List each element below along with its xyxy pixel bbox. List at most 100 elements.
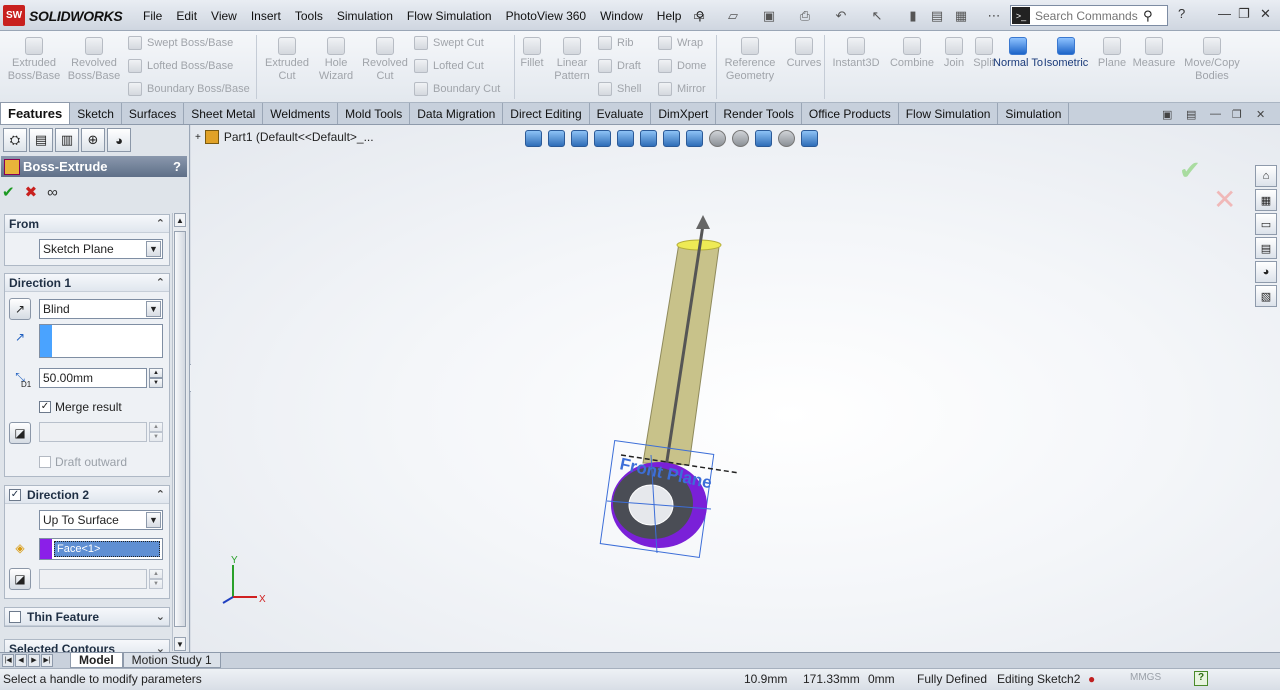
rib-button[interactable]: Rib — [598, 33, 634, 53]
search-icon[interactable]: ⚲ — [1143, 8, 1153, 24]
draft-outward-checkbox[interactable]: Draft outward — [39, 455, 127, 469]
draft-spinner[interactable]: ▲ ▼ — [149, 422, 163, 442]
spin-up-icon[interactable]: ▲ — [149, 569, 163, 579]
from-header[interactable]: From ⌃ — [5, 215, 169, 233]
save-icon[interactable]: ▣ — [758, 6, 780, 26]
search-input[interactable] — [1035, 8, 1143, 23]
menu-tools[interactable]: Tools — [288, 9, 330, 23]
options-icon[interactable]: ▦ — [950, 6, 972, 26]
restore-icon[interactable]: ❐ — [1238, 6, 1250, 22]
direction1-header[interactable]: Direction 1 ⌃ — [5, 274, 169, 292]
dimxpert-manager-tab-icon[interactable]: ⊕ — [81, 128, 105, 152]
menu-window[interactable]: Window — [593, 9, 650, 23]
thin-feature-header[interactable]: Thin Feature ⌄ — [5, 608, 169, 626]
scroll-up-icon[interactable]: ▲ — [174, 213, 186, 227]
direction1-reference-list[interactable] — [39, 324, 163, 358]
more-icon[interactable]: ⋯ — [984, 6, 1004, 26]
measure-button[interactable]: Measure — [1126, 37, 1182, 70]
help-icon[interactable]: ? — [173, 159, 181, 174]
menu-flow-simulation[interactable]: Flow Simulation — [400, 9, 499, 23]
menu-help[interactable]: Help — [650, 9, 689, 23]
doc-restore-icon[interactable]: ❐ — [1232, 108, 1242, 121]
tab-surfaces[interactable]: Surfaces — [122, 103, 185, 124]
menu-insert[interactable]: Insert — [244, 9, 288, 23]
mirror-button[interactable]: Mirror — [658, 79, 706, 99]
close-icon[interactable]: ✕ — [1260, 6, 1271, 22]
feature-manager-tab-icon[interactable]: ⛭ — [3, 128, 27, 152]
tab-model[interactable]: Model — [70, 653, 123, 668]
draft-on-off-icon[interactable]: ◪ — [9, 568, 31, 590]
direction2-draft-input[interactable] — [39, 569, 147, 589]
status-units[interactable]: MMGS — [1130, 672, 1161, 683]
scroll-down-icon[interactable]: ▼ — [174, 637, 186, 651]
select-icon[interactable]: ↖ — [866, 6, 888, 26]
expand-icon[interactable]: ⌄ — [156, 642, 165, 652]
search-commands[interactable]: >_ ⚲ — [1010, 5, 1168, 26]
minimize-icon[interactable]: — — [1218, 6, 1231, 21]
dome-button[interactable]: Dome — [658, 56, 706, 76]
cascade-icon[interactable]: ▤ — [1186, 108, 1196, 121]
menu-view[interactable]: View — [204, 9, 244, 23]
tab-simulation[interactable]: Simulation — [998, 103, 1070, 124]
tab-mold-tools[interactable]: Mold Tools — [338, 103, 411, 124]
view-palette-icon[interactable]: ▤ — [1255, 237, 1277, 259]
tab-weldments[interactable]: Weldments — [263, 103, 339, 124]
collapse-icon[interactable]: ⌃ — [156, 276, 165, 289]
tile-icon[interactable]: ▣ — [1162, 108, 1172, 121]
spin-down-icon[interactable]: ▼ — [149, 579, 163, 589]
design-library-icon[interactable]: ▦ — [1255, 189, 1277, 211]
wrap-button[interactable]: Wrap — [658, 33, 703, 53]
boundary-cut-button[interactable]: Boundary Cut — [414, 79, 500, 99]
swept-cut-button[interactable]: Swept Cut — [414, 33, 484, 53]
face-list-item[interactable]: Face<1> — [54, 541, 160, 557]
tab-direct-editing[interactable]: Direct Editing — [503, 103, 590, 124]
configuration-manager-tab-icon[interactable]: ▥ — [55, 128, 79, 152]
hole-wizard-button[interactable]: Hole Wizard — [308, 37, 364, 83]
open-icon[interactable]: ▱ — [722, 6, 744, 26]
revolved-boss-button[interactable]: Revolved Boss/Base — [66, 37, 122, 83]
last-tab-icon[interactable]: ▶| — [41, 653, 53, 667]
merge-result-checkbox[interactable]: ✓ Merge result — [39, 400, 122, 414]
menu-file[interactable]: File — [136, 9, 169, 23]
collapse-icon[interactable]: ⌃ — [156, 488, 165, 501]
from-select[interactable]: Sketch Plane ▼ — [39, 239, 163, 259]
move-copy-bodies-button[interactable]: Move/Copy Bodies — [1184, 37, 1240, 83]
direction2-face-list[interactable]: Face<1> — [39, 538, 163, 560]
tab-sketch[interactable]: Sketch — [70, 103, 122, 124]
chevron-down-icon[interactable]: ▼ — [146, 512, 161, 528]
graphics-area[interactable]: + Part1 (Default<<Default>_... ✔ ✕ Front… — [191, 125, 1280, 652]
direction2-checkbox[interactable]: ✓ — [9, 488, 21, 501]
extruded-boss-button[interactable]: Extruded Boss/Base — [6, 37, 62, 83]
direction2-draft-spinner[interactable]: ▲ ▼ — [149, 569, 163, 589]
menu-photoview[interactable]: PhotoView 360 — [499, 9, 594, 23]
tab-flow-simulation[interactable]: Flow Simulation — [899, 103, 999, 124]
extruded-cut-button[interactable]: Extruded Cut — [259, 37, 315, 83]
file-properties-icon[interactable]: ▤ — [926, 6, 948, 26]
extruded-cylinder[interactable] — [642, 239, 722, 466]
tab-office-products[interactable]: Office Products — [802, 103, 899, 124]
collapse-icon[interactable]: ⌃ — [156, 217, 165, 230]
lofted-boss-button[interactable]: Lofted Boss/Base — [128, 56, 233, 76]
scroll-thumb[interactable] — [174, 231, 186, 627]
next-tab-icon[interactable]: ▶ — [28, 653, 40, 667]
prev-tab-icon[interactable]: ◀ — [15, 653, 27, 667]
help-status-icon[interactable]: ? — [1194, 671, 1208, 686]
linear-pattern-button[interactable]: Linear Pattern — [544, 37, 600, 83]
lofted-cut-button[interactable]: Lofted Cut — [414, 56, 484, 76]
reverse-direction-icon[interactable]: ↗ — [9, 298, 31, 320]
tab-features[interactable]: Features — [0, 102, 71, 124]
spin-down-icon[interactable]: ▼ — [149, 432, 163, 442]
depth-input[interactable]: 50.00mm — [39, 368, 147, 388]
swept-boss-button[interactable]: Swept Boss/Base — [128, 33, 233, 53]
solidworks-logo[interactable]: SW SOLIDWORKS — [3, 5, 128, 26]
display-manager-tab-icon[interactable]: ◕ — [107, 128, 131, 152]
depth-spinner[interactable]: ▲ ▼ — [149, 368, 163, 388]
boundary-boss-button[interactable]: Boundary Boss/Base — [128, 79, 250, 99]
tab-sheet-metal[interactable]: Sheet Metal — [184, 103, 264, 124]
print-icon[interactable]: ⎙ — [794, 6, 816, 26]
preview-icon[interactable]: ∞ — [47, 184, 58, 201]
draft-button[interactable]: Draft — [598, 56, 641, 76]
new-document-icon[interactable]: ▭ — [688, 6, 710, 26]
selected-contours-header[interactable]: Selected Contours ⌄ — [5, 640, 169, 652]
checkbox-icon[interactable] — [39, 456, 51, 468]
